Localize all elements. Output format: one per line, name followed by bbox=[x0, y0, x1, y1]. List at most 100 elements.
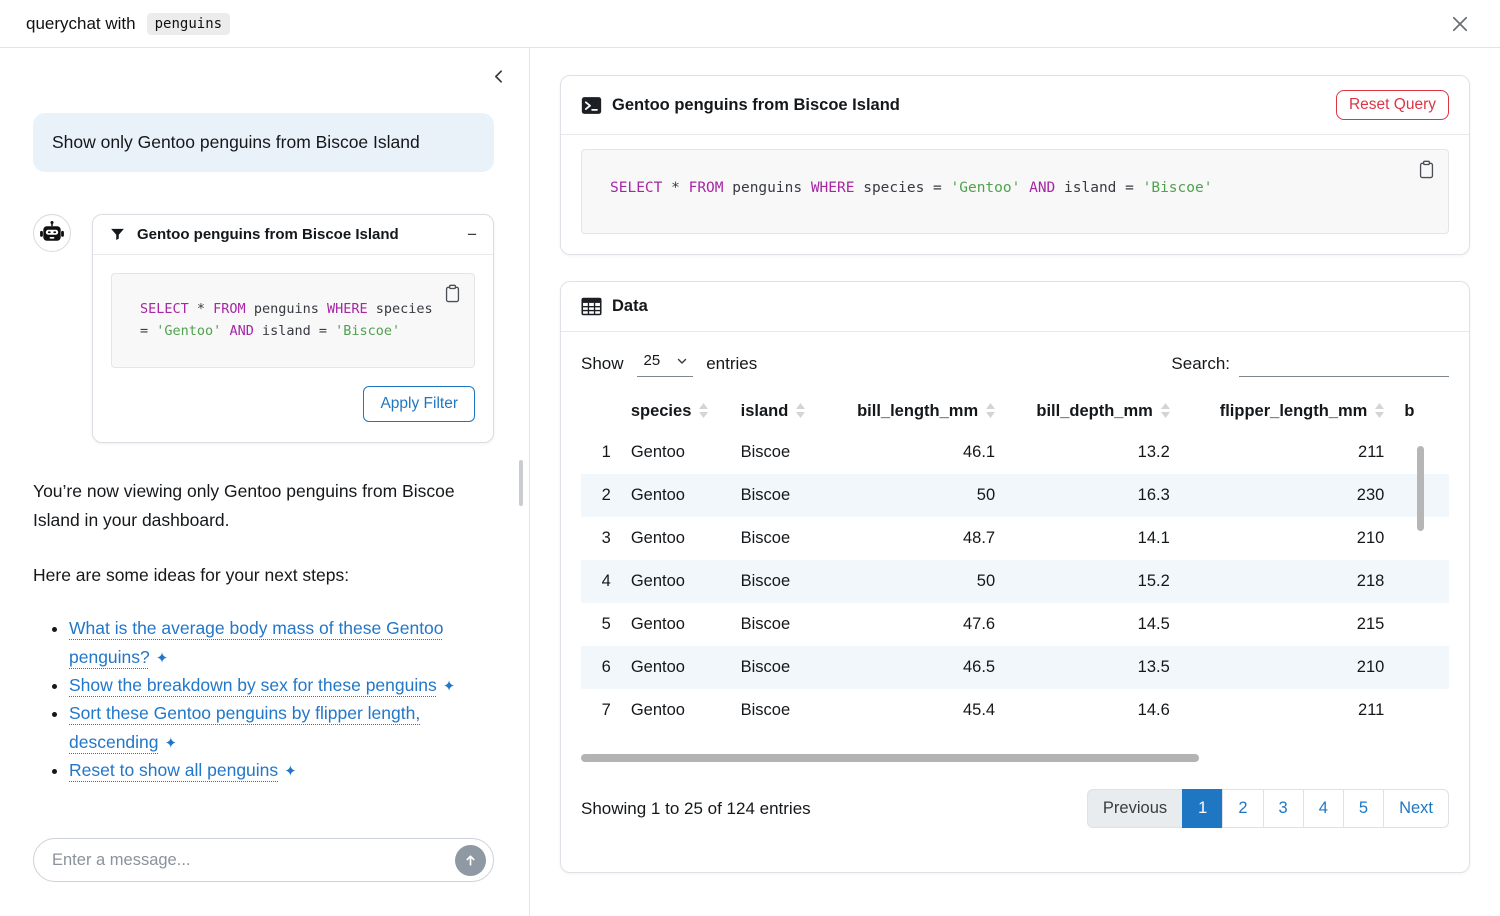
entries-label: entries bbox=[706, 354, 757, 374]
suggestion-list: What is the average body mass of these G… bbox=[33, 614, 494, 784]
suggestion-link[interactable]: Show the breakdown by sex for these peng… bbox=[69, 675, 437, 695]
message-input-bar bbox=[33, 838, 494, 882]
sparkle-icon: ✦ bbox=[165, 735, 178, 752]
table-cell: 50 bbox=[825, 474, 1005, 517]
collapse-card-button[interactable]: − bbox=[467, 226, 477, 243]
assistant-message: Gentoo penguins from Biscoe Island − SEL… bbox=[33, 214, 494, 443]
column-header-species[interactable]: species bbox=[621, 393, 731, 431]
table-cell: 47.6 bbox=[825, 603, 1005, 646]
table-row: 2GentooBiscoe5016.3230 bbox=[581, 474, 1449, 517]
table-cell: Biscoe bbox=[731, 646, 826, 689]
column-header-flipper_length_mm[interactable]: flipper_length_mm bbox=[1180, 393, 1395, 431]
table-icon bbox=[581, 296, 602, 317]
data-card: Data Show 25 entries Search: speci bbox=[560, 281, 1470, 873]
sql-query: SELECT * FROM penguins WHERE species= 'G… bbox=[140, 299, 458, 342]
data-card-body: Show 25 entries Search: speciesislandbil… bbox=[561, 332, 1469, 846]
column-header-bill_length_mm[interactable]: bill_length_mm bbox=[825, 393, 1005, 431]
suggestion-item: Reset to show all penguins ✦ bbox=[69, 756, 494, 784]
close-button[interactable] bbox=[1446, 10, 1474, 38]
copy-button[interactable] bbox=[1415, 158, 1438, 181]
apply-filter-button[interactable]: Apply Filter bbox=[363, 386, 475, 422]
table-cell: 48.7 bbox=[825, 517, 1005, 560]
sort-icon bbox=[699, 403, 708, 418]
table-cell: Gentoo bbox=[621, 646, 731, 689]
table-cell: 218 bbox=[1180, 560, 1395, 603]
titlebar: querychat with penguins bbox=[0, 0, 1500, 48]
suggestion-link[interactable]: What is the average body mass of these G… bbox=[69, 618, 444, 666]
sort-icon bbox=[1375, 403, 1384, 418]
sort-icon bbox=[1161, 403, 1170, 418]
table-cell: 1 bbox=[581, 431, 621, 474]
page-button-next[interactable]: Next bbox=[1383, 789, 1449, 828]
table-cell: 210 bbox=[1180, 517, 1395, 560]
page-button-2[interactable]: 2 bbox=[1222, 789, 1263, 828]
table-cell: 210 bbox=[1180, 646, 1395, 689]
show-label: Show bbox=[581, 354, 624, 374]
search-input[interactable] bbox=[1239, 350, 1449, 377]
column-header-island[interactable]: island bbox=[731, 393, 826, 431]
data-table: speciesislandbill_length_mmbill_depth_mm… bbox=[581, 393, 1449, 732]
close-icon bbox=[1450, 14, 1470, 34]
table-cell: 211 bbox=[1180, 431, 1395, 474]
table-cell: 14.1 bbox=[1005, 517, 1180, 560]
send-button[interactable] bbox=[455, 845, 486, 876]
suggestion-item: What is the average body mass of these G… bbox=[69, 614, 494, 671]
table-cell: 13.2 bbox=[1005, 431, 1180, 474]
table-cell: 16.3 bbox=[1005, 474, 1180, 517]
table-info: Showing 1 to 25 of 124 entries bbox=[581, 799, 811, 819]
suggestion-item: Show the breakdown by sex for these peng… bbox=[69, 671, 494, 699]
table-cell: 45.4 bbox=[825, 689, 1005, 732]
copy-button[interactable] bbox=[441, 282, 464, 305]
table-cell: Gentoo bbox=[621, 431, 731, 474]
pagination: Previous12345Next bbox=[1087, 789, 1449, 828]
filter-card-title: Gentoo penguins from Biscoe Island bbox=[137, 226, 399, 243]
suggestion-link[interactable]: Reset to show all penguins bbox=[69, 760, 278, 780]
sparkle-icon: ✦ bbox=[284, 763, 297, 780]
page-size-select[interactable]: 25 bbox=[637, 350, 694, 377]
table-cell: 3 bbox=[581, 517, 621, 560]
terminal-icon bbox=[581, 95, 602, 116]
table-cell: Gentoo bbox=[621, 689, 731, 732]
table-cell: 4 bbox=[581, 560, 621, 603]
sql-query: SELECT * FROM penguins WHERE species = '… bbox=[610, 177, 1428, 200]
table-cell: 46.1 bbox=[825, 431, 1005, 474]
table-row: 4GentooBiscoe5015.2218 bbox=[581, 560, 1449, 603]
page-button-5[interactable]: 5 bbox=[1343, 789, 1384, 828]
assistant-avatar bbox=[33, 214, 71, 252]
sidebar-collapse-button[interactable] bbox=[486, 64, 511, 89]
filter-icon bbox=[109, 226, 126, 243]
table-cell: 14.5 bbox=[1005, 603, 1180, 646]
reset-query-button[interactable]: Reset Query bbox=[1336, 90, 1449, 120]
query-card-title: Gentoo penguins from Biscoe Island bbox=[612, 96, 900, 115]
clipboard-icon bbox=[443, 284, 462, 303]
table-cell: Biscoe bbox=[731, 560, 826, 603]
page-button-3[interactable]: 3 bbox=[1263, 789, 1304, 828]
column-header-bill_depth_mm[interactable]: bill_depth_mm bbox=[1005, 393, 1180, 431]
column-header bbox=[581, 393, 621, 431]
chat-sidebar: Show only Gentoo penguins from Biscoe Is… bbox=[0, 48, 530, 916]
table-row: 1GentooBiscoe46.113.2211 bbox=[581, 431, 1449, 474]
table-header-row: speciesislandbill_length_mmbill_depth_mm… bbox=[581, 393, 1449, 431]
sql-code-block: SELECT * FROM penguins WHERE species = '… bbox=[581, 149, 1449, 234]
table-vertical-scrollbar[interactable] bbox=[1417, 446, 1424, 531]
message-input[interactable] bbox=[52, 851, 455, 870]
table-cell: Gentoo bbox=[621, 474, 731, 517]
suggestion-link[interactable]: Sort these Gentoo penguins by flipper le… bbox=[69, 703, 420, 751]
page-button-4[interactable]: 4 bbox=[1303, 789, 1344, 828]
table-cell: Biscoe bbox=[731, 689, 826, 732]
filter-card-body: SELECT * FROM penguins WHERE species= 'G… bbox=[93, 255, 493, 442]
robot-icon bbox=[39, 220, 65, 246]
table-horizontal-scrollbar[interactable] bbox=[581, 754, 1199, 762]
arrow-up-icon bbox=[463, 853, 478, 868]
chevron-down-icon bbox=[676, 355, 688, 367]
query-card: Gentoo penguins from Biscoe Island Reset… bbox=[560, 75, 1470, 255]
filter-card-header: Gentoo penguins from Biscoe Island − bbox=[93, 215, 493, 255]
page-button-1[interactable]: 1 bbox=[1182, 789, 1223, 828]
table-cell: 6 bbox=[581, 646, 621, 689]
sql-code-block: SELECT * FROM penguins WHERE species= 'G… bbox=[111, 273, 475, 368]
table-row: 3GentooBiscoe48.714.1210 bbox=[581, 517, 1449, 560]
user-message: Show only Gentoo penguins from Biscoe Is… bbox=[33, 113, 494, 172]
sidebar-scrollbar[interactable] bbox=[519, 460, 523, 506]
app-title: querychat with bbox=[26, 14, 136, 34]
data-card-header: Data bbox=[561, 282, 1469, 332]
